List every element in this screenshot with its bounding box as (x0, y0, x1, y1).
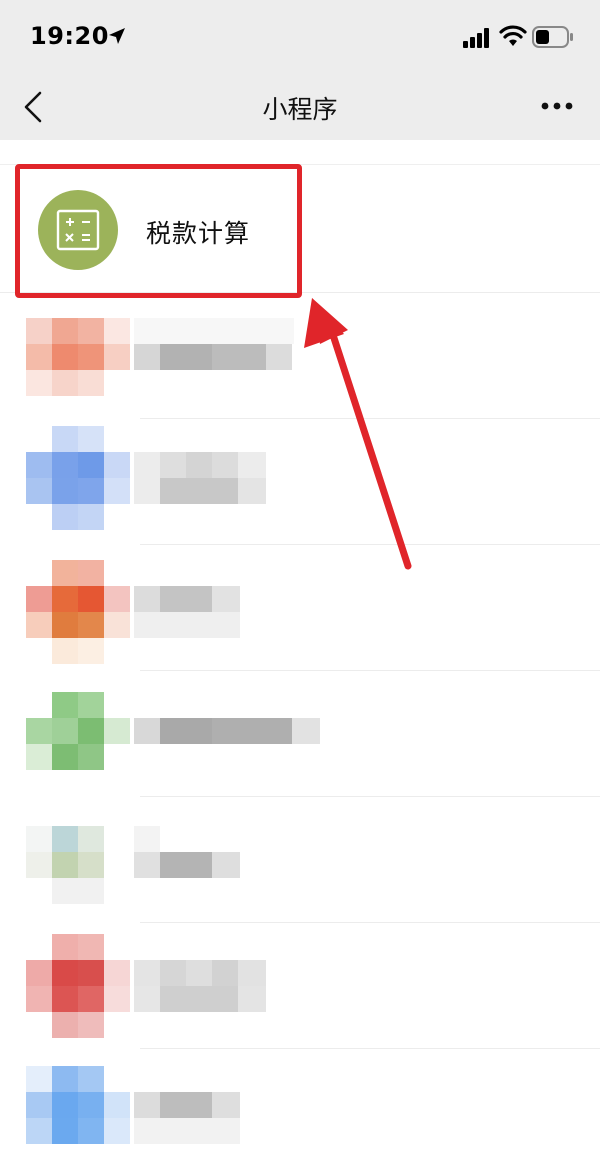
more-dots-icon[interactable] (540, 98, 574, 114)
highlight-annotation-box (15, 164, 302, 298)
location-arrow-icon (109, 28, 125, 44)
wifi-icon (499, 25, 527, 46)
page-title: 小程序 (262, 95, 338, 124)
cellular-signal-icon (463, 28, 489, 48)
row-divider (140, 1048, 600, 1049)
list-item-blurred[interactable] (0, 692, 600, 818)
status-bar: 19:20 (0, 0, 600, 76)
row-divider (140, 922, 600, 923)
status-time: 19:20 (30, 22, 109, 50)
row-divider (140, 796, 600, 797)
list-item-blurred[interactable] (0, 934, 600, 1060)
row-divider (140, 670, 600, 671)
arrow-annotation-icon (304, 298, 412, 570)
battery-icon (532, 26, 573, 48)
list-item-blurred[interactable] (0, 1066, 600, 1153)
nav-bar: 小程序 (0, 76, 600, 140)
